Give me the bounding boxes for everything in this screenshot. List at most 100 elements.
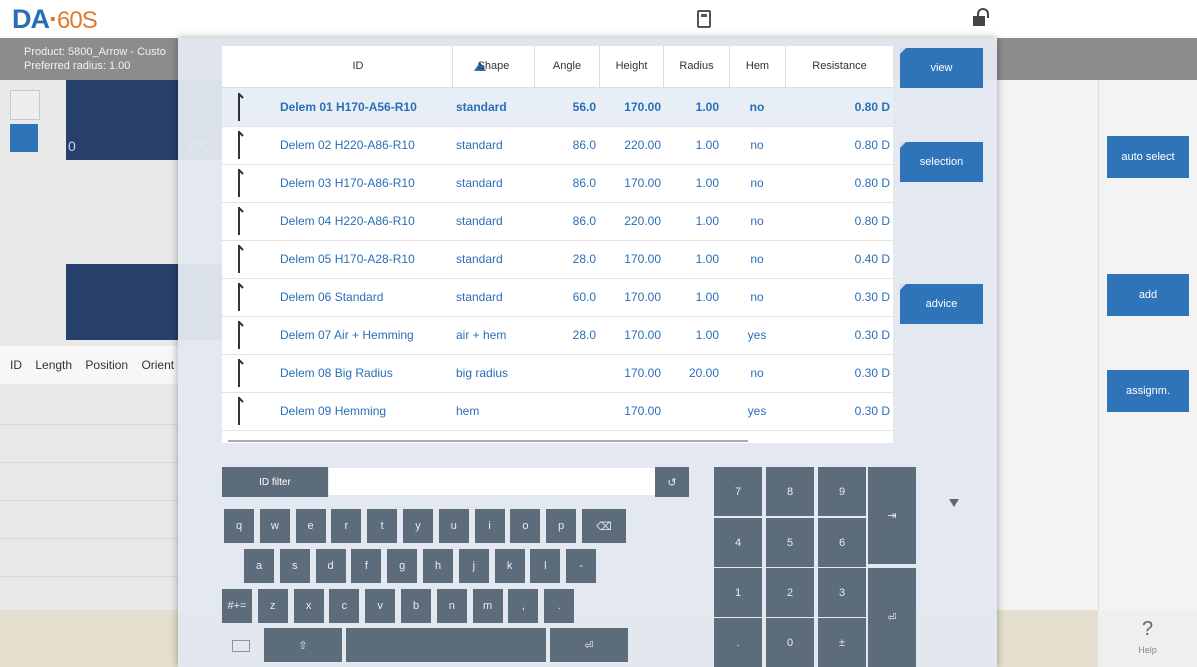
key-b[interactable]: b	[401, 589, 431, 623]
numpad-key[interactable]: 9	[818, 467, 866, 516]
key-w[interactable]: w	[259, 509, 290, 543]
table-row[interactable]: Delem 01 H170-A56-R10 standard 56.0 170.00 1…	[222, 88, 893, 127]
col-header-radius[interactable]: Radius	[664, 46, 730, 87]
tool-shape-icon	[236, 244, 246, 274]
cell-height: 170.00	[624, 328, 661, 342]
view-toggle-icon[interactable]	[10, 90, 40, 120]
tool-view-icon[interactable]	[10, 124, 38, 152]
table-row[interactable]: Delem 05 H170-A28-R10 standard 28.0 170.00 1…	[222, 240, 893, 279]
cell-id: Delem 01 H170-A56-R10	[280, 100, 417, 114]
auto-select-button[interactable]: auto select	[1107, 136, 1189, 178]
calculator-icon[interactable]	[697, 10, 711, 28]
key-y[interactable]: y	[403, 509, 433, 543]
cell-hem: yes	[747, 404, 767, 418]
key-v[interactable]: v	[365, 589, 396, 623]
key-n[interactable]: n	[436, 589, 467, 623]
table-row[interactable]: Delem 07 Air + Hemming air + hem 28.0 170.0…	[222, 316, 893, 355]
unlock-icon[interactable]	[973, 8, 989, 26]
key-comma[interactable]: ,	[508, 589, 539, 623]
key-period[interactable]: .	[544, 589, 575, 623]
key-l[interactable]: l	[530, 549, 561, 583]
key-c[interactable]: c	[329, 589, 360, 623]
tool-shape-icon	[236, 92, 246, 122]
table-row[interactable]: Delem 02 H220-A86-R10 standard 86.0 220.00 1…	[222, 126, 893, 165]
cell-shape: standard	[456, 138, 503, 152]
table-row[interactable]: Delem 06 Standard standard 60.0 170.00 1.00 n…	[222, 278, 893, 317]
table-row[interactable]: Delem 09 Hemming hem 170.00 yes 0.30 D	[222, 392, 893, 431]
col-header-resistance[interactable]: Resistance	[786, 46, 893, 87]
cell-shape: standard	[456, 252, 503, 266]
key-f[interactable]: f	[351, 549, 382, 583]
enter-key[interactable]: ⏎	[550, 628, 628, 662]
cell-id: Delem 03 H170-A86-R10	[280, 176, 415, 190]
key-a[interactable]: a	[244, 549, 274, 583]
numpad-key[interactable]: ±	[818, 618, 866, 667]
selection-button[interactable]: selection	[900, 142, 983, 182]
key-k[interactable]: k	[494, 549, 525, 583]
numpad-key[interactable]: 3	[818, 568, 866, 617]
col-header-hem[interactable]: Hem	[730, 46, 786, 87]
numpad-key[interactable]: 2	[766, 568, 814, 617]
numpad-tab-key[interactable]: ⇥	[868, 467, 916, 564]
assignment-button[interactable]: assignm.	[1107, 370, 1189, 412]
key-s[interactable]: s	[279, 549, 310, 583]
undo-key[interactable]: ↺	[655, 467, 689, 497]
table-row[interactable]: Delem 03 H170-A86-R10 standard 86.0 170.00 1…	[222, 164, 893, 203]
numpad-key[interactable]: 8	[766, 467, 814, 516]
key-p[interactable]: p	[546, 509, 577, 543]
table-row[interactable]: Delem 04 H220-A86-R10 standard 86.0 220.00 1…	[222, 202, 893, 241]
advice-button[interactable]: advice	[900, 284, 983, 324]
numpad-key[interactable]: 6	[818, 518, 866, 567]
key-symbols[interactable]: #+=	[222, 589, 252, 623]
key-q[interactable]: q	[224, 509, 254, 543]
cell-shape: standard	[456, 176, 503, 190]
tool-shape-icon	[236, 282, 246, 312]
numpad-enter-key[interactable]: ⏎	[868, 568, 916, 667]
col-header-shape[interactable]: Shape	[453, 46, 535, 87]
key-m[interactable]: m	[472, 589, 503, 623]
key-i[interactable]: i	[474, 509, 505, 543]
key-h[interactable]: h	[423, 549, 453, 583]
col-header-angle[interactable]: Angle	[535, 46, 600, 87]
key-t[interactable]: t	[367, 509, 398, 543]
cell-id: Delem 02 H220-A86-R10	[280, 138, 415, 152]
key-j[interactable]: j	[458, 549, 489, 583]
tool-shape-icon	[236, 358, 246, 388]
numpad-key[interactable]: 4	[714, 518, 762, 567]
spacebar-key[interactable]	[346, 628, 546, 662]
keyboard-icon[interactable]	[232, 640, 250, 652]
add-button[interactable]: add	[1107, 274, 1189, 316]
cell-radius: 1.00	[695, 138, 719, 152]
key-o[interactable]: o	[510, 509, 541, 543]
numpad-key[interactable]: 7	[714, 467, 762, 516]
col-header-id[interactable]: ID	[264, 46, 486, 87]
key-e[interactable]: e	[295, 509, 326, 543]
cell-angle	[540, 392, 596, 430]
numpad-key[interactable]: 0	[766, 618, 814, 667]
view-button[interactable]: view	[900, 48, 983, 88]
numpad-key[interactable]: 1	[714, 568, 762, 617]
scroll-down-icon[interactable]	[949, 499, 959, 507]
cell-resistance: 0.30 D	[854, 328, 890, 342]
cell-shape: standard	[456, 100, 507, 114]
cell-hem: no	[750, 214, 764, 228]
horizontal-scrollbar[interactable]	[228, 440, 748, 442]
backspace-key[interactable]: ⌫	[582, 509, 626, 543]
shift-key[interactable]: ⇧	[264, 628, 342, 662]
cell-angle: 28.0	[572, 252, 596, 266]
col-header-height[interactable]: Height	[600, 46, 664, 87]
cell-height: 170.00	[624, 404, 661, 418]
numpad-key[interactable]: .	[714, 618, 762, 667]
key-g[interactable]: g	[387, 549, 418, 583]
key-u[interactable]: u	[438, 509, 469, 543]
key-d[interactable]: d	[315, 549, 346, 583]
key-dash[interactable]: -	[566, 549, 597, 583]
key-x[interactable]: x	[293, 589, 324, 623]
numpad-key[interactable]: 5	[766, 518, 814, 567]
table-row[interactable]: Delem 08 Big Radius big radius 170.00 20.00…	[222, 354, 893, 393]
cell-resistance: 0.40 D	[854, 252, 890, 266]
id-filter-input[interactable]	[329, 468, 659, 495]
key-z[interactable]: z	[257, 589, 288, 623]
help-button[interactable]: ? Help	[1098, 610, 1197, 667]
key-r[interactable]: r	[331, 509, 362, 543]
